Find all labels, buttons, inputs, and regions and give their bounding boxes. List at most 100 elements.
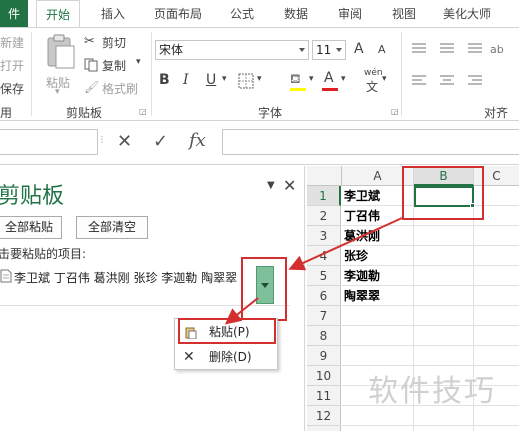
fill-dropdown-icon[interactable]: ▾: [309, 74, 314, 84]
pane-prompt: 击要粘贴的项目:: [0, 247, 87, 261]
save-button[interactable]: 保存: [0, 80, 24, 97]
font-size-box[interactable]: 11: [312, 40, 346, 60]
cell-b[interactable]: [414, 226, 474, 246]
cell-a[interactable]: [342, 346, 414, 366]
grow-font-button[interactable]: A: [354, 41, 364, 57]
clipboard-pane: 剪贴板 ▼ ✕ 全部粘贴 全部清空 击要粘贴的项目: 李卫斌 丁召伟 葛洪刚 张…: [0, 166, 305, 431]
tab-page-layout[interactable]: 页面布局: [148, 0, 208, 28]
cell-c[interactable]: [474, 226, 519, 246]
pane-title: 剪贴板: [0, 184, 65, 209]
cell-b[interactable]: [414, 266, 474, 286]
cell-c[interactable]: [474, 246, 519, 266]
row-header[interactable]: 10: [307, 366, 341, 386]
paste-big-button[interactable]: 粘贴 ▾: [38, 32, 80, 98]
cell-c[interactable]: [474, 266, 519, 286]
cell-a[interactable]: 葛洪刚: [342, 226, 414, 246]
bold-button[interactable]: B: [159, 72, 170, 88]
cell-a[interactable]: 张珍: [342, 246, 414, 266]
name-box[interactable]: [0, 129, 98, 155]
tab-beautify[interactable]: 美化大师: [436, 0, 498, 28]
italic-button[interactable]: I: [183, 72, 189, 88]
cut-button[interactable]: ✂ 剪切: [84, 34, 150, 52]
copy-button[interactable]: 复制 ▾: [84, 57, 150, 75]
paste-menu-highlight-box: [178, 318, 276, 344]
row-header[interactable]: 12: [307, 406, 341, 426]
left-group-label: 用: [0, 106, 13, 120]
cell-c[interactable]: [474, 306, 519, 326]
cell-b[interactable]: [414, 286, 474, 306]
cell-c[interactable]: [474, 326, 519, 346]
border-dropdown-icon[interactable]: ▾: [257, 74, 262, 84]
font-group-label: 字体: [258, 106, 283, 120]
row-header[interactable]: 11: [307, 386, 341, 406]
cell-a[interactable]: 陶翠翠: [342, 286, 414, 306]
phonetic-button[interactable]: wén 文 ▾: [362, 68, 392, 94]
fill-color-button[interactable]: ⛾: [290, 72, 308, 92]
open-button[interactable]: 打开: [0, 57, 24, 74]
font-launcher-icon[interactable]: ◲: [391, 107, 399, 116]
cell-highlight-box: [402, 166, 484, 220]
font-name-box[interactable]: 宋体: [155, 40, 309, 60]
row-header[interactable]: 8: [307, 326, 341, 346]
row-header[interactable]: 2: [307, 206, 341, 226]
cancel-icon[interactable]: ✕: [117, 131, 132, 152]
tab-view[interactable]: 视图: [386, 0, 422, 28]
shrink-font-button[interactable]: A: [378, 43, 386, 56]
menu-item-delete[interactable]: ✕ 删除(D): [175, 346, 275, 368]
formula-input[interactable]: [222, 129, 519, 155]
row-header[interactable]: 7: [307, 306, 341, 326]
cell-b[interactable]: [414, 306, 474, 326]
tab-data[interactable]: 数据: [278, 0, 314, 28]
tab-formulas[interactable]: 公式: [224, 0, 260, 28]
group-separator: [31, 32, 32, 116]
row-header[interactable]: 4: [307, 246, 341, 266]
font-color-button[interactable]: A: [322, 70, 340, 92]
document-icon: [0, 269, 12, 283]
cell-c[interactable]: [474, 346, 519, 366]
row-header[interactable]: 1: [307, 186, 341, 206]
close-icon[interactable]: ✕: [283, 176, 296, 195]
row-header[interactable]: 13: [307, 426, 341, 431]
font-color-dropdown-icon[interactable]: ▾: [341, 74, 346, 84]
phonetic-wen: wén: [364, 68, 383, 78]
copy-dropdown-icon[interactable]: ▾: [136, 57, 141, 67]
clear-all-button[interactable]: 全部清空: [76, 216, 148, 239]
cell-a[interactable]: [342, 426, 414, 431]
underline-button[interactable]: U: [206, 72, 216, 88]
row-header[interactable]: 6: [307, 286, 341, 306]
item-dropdown-button[interactable]: [256, 266, 274, 304]
paste-dropdown-icon: ▾: [55, 87, 60, 97]
clipboard-launcher-icon[interactable]: ◲: [139, 107, 147, 116]
select-all-corner[interactable]: [307, 166, 342, 186]
font-name-value: 宋体: [159, 43, 184, 57]
alignment-icons[interactable]: ab: [410, 41, 510, 91]
menu-item-delete-label: 删除(D): [209, 350, 252, 364]
cell-a[interactable]: [342, 306, 414, 326]
cell-b[interactable]: [414, 246, 474, 266]
row-header[interactable]: 3: [307, 226, 341, 246]
tab-home[interactable]: 开始: [36, 0, 80, 28]
enter-icon[interactable]: ✓: [153, 131, 168, 152]
tab-insert[interactable]: 插入: [94, 0, 132, 28]
border-icon[interactable]: [238, 73, 254, 89]
cell-c[interactable]: [474, 426, 519, 431]
cell-a[interactable]: 李迦勒: [342, 266, 414, 286]
cut-label: 剪切: [102, 36, 127, 50]
row-header[interactable]: 5: [307, 266, 341, 286]
group-separator: [151, 32, 152, 116]
cell-b[interactable]: [414, 326, 474, 346]
tab-file[interactable]: 件: [0, 0, 28, 28]
new-button[interactable]: 新建: [0, 34, 24, 51]
tab-review[interactable]: 审阅: [332, 0, 368, 28]
format-painter-button[interactable]: 🖌 格式刷: [84, 80, 150, 98]
cell-b[interactable]: [414, 426, 474, 431]
paste-all-button[interactable]: 全部粘贴: [0, 216, 62, 239]
name-box-dropdown-icon[interactable]: ⋮: [98, 135, 106, 144]
cell-b[interactable]: [414, 346, 474, 366]
insert-function-icon[interactable]: fx: [189, 130, 206, 151]
cell-c[interactable]: [474, 286, 519, 306]
underline-dropdown-icon[interactable]: ▾: [222, 74, 227, 84]
row-header[interactable]: 9: [307, 346, 341, 366]
cell-a[interactable]: [342, 326, 414, 346]
pane-options-icon[interactable]: ▼: [267, 180, 275, 191]
